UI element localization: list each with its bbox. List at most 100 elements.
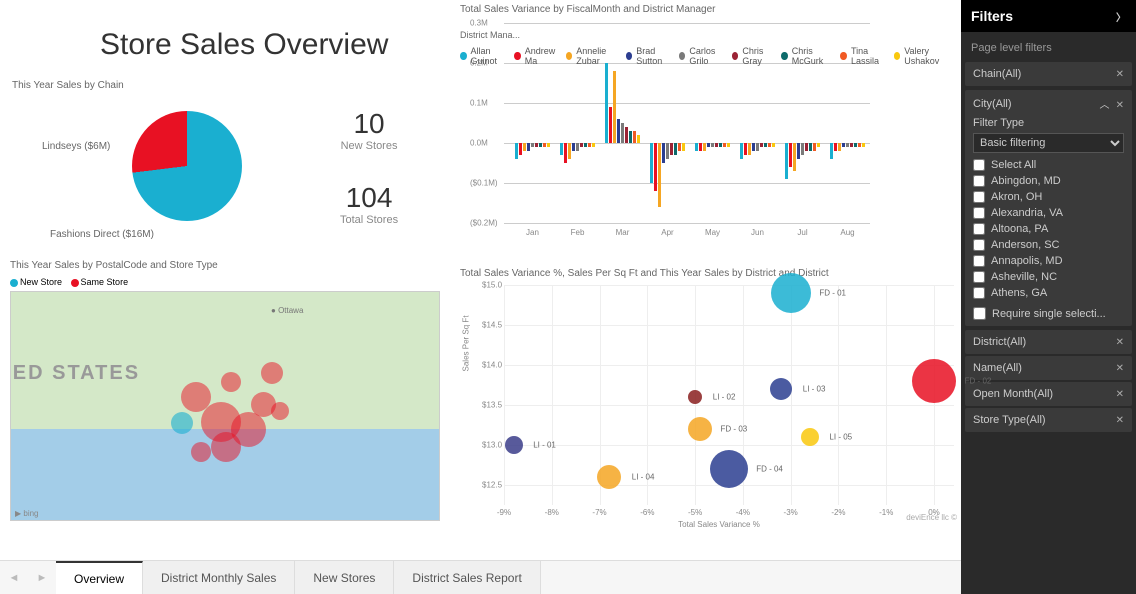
legend-item[interactable]: Brad Sutton <box>626 46 675 66</box>
bar[interactable] <box>715 143 718 147</box>
close-icon[interactable]: ✕ <box>1116 337 1124 348</box>
require-single-checkbox[interactable] <box>973 307 986 320</box>
bubble[interactable] <box>710 450 748 488</box>
bar[interactable] <box>572 143 575 151</box>
bar[interactable] <box>523 143 526 151</box>
bubble[interactable] <box>688 417 712 441</box>
bar[interactable] <box>515 143 518 159</box>
bar[interactable] <box>654 143 657 191</box>
bar[interactable] <box>617 119 620 143</box>
close-icon[interactable]: ✕ <box>1116 415 1124 426</box>
bar[interactable] <box>748 143 751 155</box>
bar[interactable] <box>621 123 624 143</box>
bar[interactable] <box>670 143 673 155</box>
bar[interactable] <box>834 143 837 151</box>
city-option[interactable]: Annapolis, MD <box>973 253 1124 269</box>
city-checkbox[interactable] <box>973 159 985 171</box>
bar[interactable] <box>625 127 628 143</box>
bar[interactable] <box>858 143 861 147</box>
bar[interactable] <box>674 143 677 155</box>
bar[interactable] <box>629 131 632 143</box>
bar[interactable] <box>785 143 788 179</box>
bar[interactable] <box>662 143 665 163</box>
bar[interactable] <box>740 143 743 159</box>
bar[interactable] <box>723 143 726 147</box>
bar[interactable] <box>797 143 800 159</box>
city-option[interactable]: Anderson, SC <box>973 237 1124 253</box>
bar[interactable] <box>678 143 681 151</box>
bar[interactable] <box>711 143 714 147</box>
bar[interactable] <box>756 143 759 151</box>
bar[interactable] <box>535 143 538 147</box>
legend-item[interactable]: Chris McGurk <box>781 46 836 66</box>
scatter-chart[interactable]: Sales Per Sq Ft Total Sales Variance % $… <box>484 285 954 505</box>
bar[interactable] <box>805 143 808 151</box>
bar[interactable] <box>580 143 583 147</box>
bar[interactable] <box>707 143 710 147</box>
filter-city[interactable]: City(All) ︿ ✕ Filter Type Basic filterin… <box>965 90 1132 326</box>
bar[interactable] <box>609 107 612 143</box>
legend-item[interactable]: Annelie Zubar <box>566 46 622 66</box>
bar[interactable] <box>637 135 640 143</box>
bar[interactable] <box>703 143 706 151</box>
city-checkbox[interactable] <box>973 223 985 235</box>
tab-district-monthly[interactable]: District Monthly Sales <box>143 561 295 594</box>
bar[interactable] <box>564 143 567 163</box>
bar[interactable] <box>719 143 722 147</box>
bar[interactable] <box>605 63 608 143</box>
bar[interactable] <box>813 143 816 151</box>
bar[interactable] <box>699 143 702 151</box>
bar[interactable] <box>789 143 792 167</box>
bubble[interactable] <box>771 273 811 313</box>
close-icon[interactable]: ✕ <box>1116 69 1124 80</box>
close-icon[interactable]: ✕ <box>1116 100 1124 111</box>
legend-item[interactable]: Tina Lassila <box>840 46 889 66</box>
bubble[interactable] <box>505 436 523 454</box>
filter-chain[interactable]: Chain(All) ✕ <box>965 62 1132 86</box>
bar[interactable] <box>547 143 550 147</box>
bar[interactable] <box>658 143 661 207</box>
city-checkbox[interactable] <box>973 271 985 283</box>
bubble[interactable] <box>688 390 702 404</box>
bar[interactable] <box>633 131 636 143</box>
bubble[interactable] <box>770 378 792 400</box>
close-icon[interactable]: ✕ <box>1116 389 1124 400</box>
bar[interactable] <box>519 143 522 155</box>
bar[interactable] <box>752 143 755 151</box>
bar[interactable] <box>772 143 775 147</box>
bar[interactable] <box>568 143 571 159</box>
bar[interactable] <box>809 143 812 151</box>
bar[interactable] <box>744 143 747 155</box>
bar[interactable] <box>793 143 796 171</box>
bar[interactable] <box>527 143 530 151</box>
bar[interactable] <box>760 143 763 147</box>
legend-item[interactable]: Chris Gray <box>732 46 777 66</box>
filter-card[interactable]: District(All)✕ <box>965 330 1132 354</box>
city-option[interactable]: Abingdon, MD <box>973 173 1124 189</box>
tab-district-sales-report[interactable]: District Sales Report <box>394 561 540 594</box>
bubble[interactable] <box>912 359 956 403</box>
city-option[interactable]: Asheville, NC <box>973 269 1124 285</box>
bar[interactable] <box>588 143 591 147</box>
bar[interactable] <box>838 143 841 151</box>
bar[interactable] <box>862 143 865 147</box>
pie-chart[interactable] <box>132 111 242 221</box>
bar[interactable] <box>727 143 730 147</box>
bar[interactable] <box>592 143 595 147</box>
map-visual[interactable]: ITED STATES ● Ottawa ▶ bing <box>10 291 440 521</box>
city-checkbox[interactable] <box>973 239 985 251</box>
close-icon[interactable]: ✕ <box>1116 363 1124 374</box>
tab-overview[interactable]: Overview <box>56 561 143 594</box>
city-checkbox[interactable] <box>973 175 985 187</box>
city-checkbox[interactable] <box>973 287 985 299</box>
tab-next[interactable]: ► <box>28 561 56 594</box>
bar[interactable] <box>801 143 804 155</box>
bar[interactable] <box>830 143 833 159</box>
bar[interactable] <box>650 143 653 183</box>
bar[interactable] <box>543 143 546 147</box>
require-single-selection[interactable]: Require single selecti... <box>973 307 1124 320</box>
legend-item[interactable]: Andrew Ma <box>514 46 561 66</box>
city-option[interactable]: Altoona, PA <box>973 221 1124 237</box>
city-option[interactable]: Alexandria, VA <box>973 205 1124 221</box>
bar[interactable] <box>576 143 579 151</box>
